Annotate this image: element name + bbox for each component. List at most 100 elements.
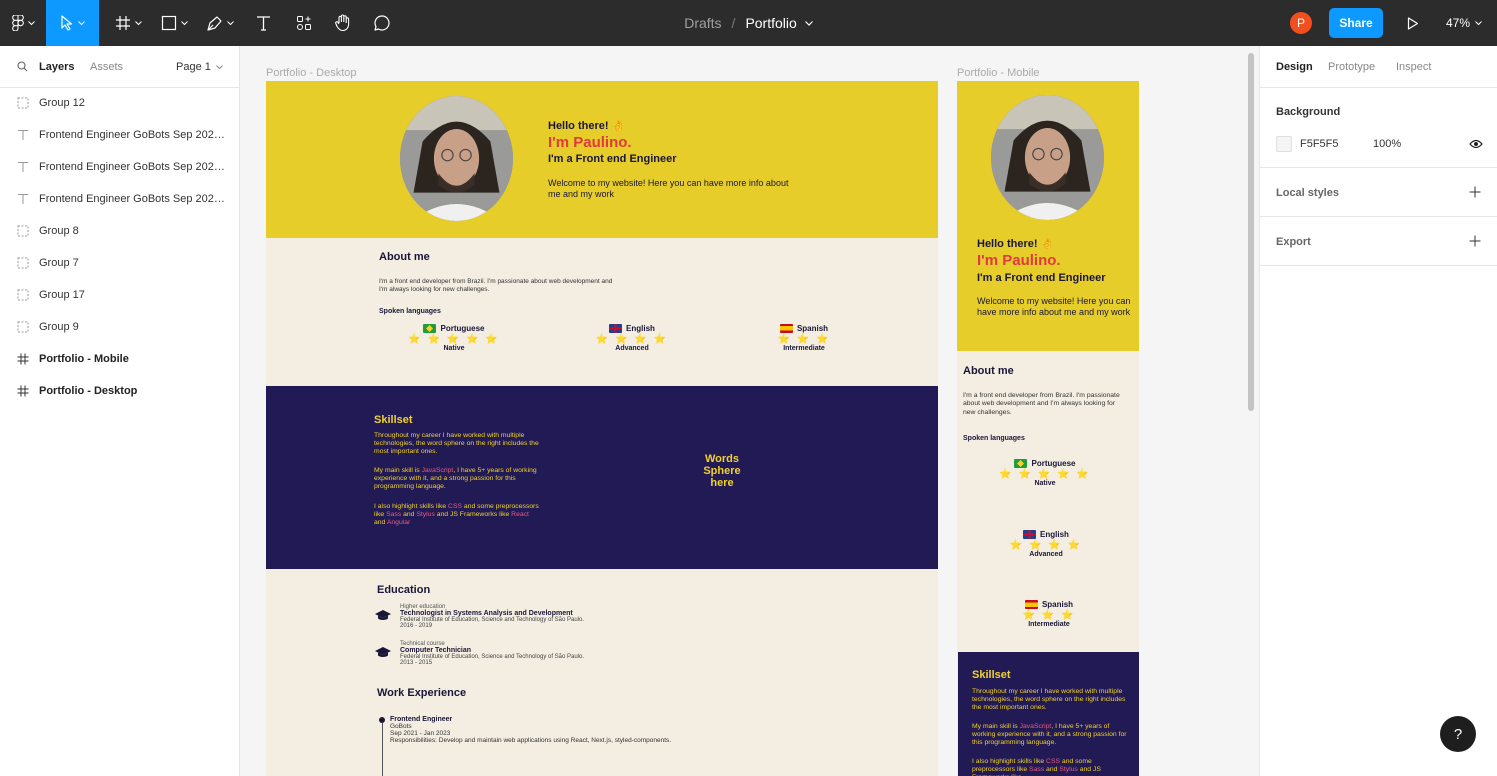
spain-flag-icon (779, 324, 793, 333)
skillset-paragraph-3: I also highlight skills like CSS and som… (374, 503, 539, 527)
text-run: and (374, 519, 387, 527)
uk-flag-icon (1023, 530, 1037, 539)
highlight-stylus: Stylus (416, 511, 435, 519)
present-button[interactable] (1398, 0, 1428, 46)
file-name[interactable]: Portfolio (745, 15, 796, 31)
skillset-section: Skillset Throughout my career I have wor… (266, 386, 938, 569)
text-tool-icon (256, 16, 270, 31)
layer-item[interactable]: Group 12 (0, 87, 239, 119)
text-run: My main skill is (374, 467, 422, 474)
main-menu-button[interactable] (0, 0, 46, 46)
layer-name: Frontend Engineer GoBots Sep 2022 - Jan … (39, 193, 229, 205)
properties-panel: Design Prototype Inspect Background F5F5… (1259, 46, 1497, 776)
share-button[interactable]: Share (1329, 8, 1383, 38)
search-icon[interactable] (17, 61, 28, 72)
plus-icon[interactable] (1469, 235, 1481, 247)
plus-icon[interactable] (1469, 186, 1481, 198)
layer-item[interactable]: Group 7 (0, 247, 239, 279)
group-icon (17, 321, 29, 333)
layers-panel: Layers Assets Page 1 Group 12 Frontend E… (0, 46, 240, 776)
tab-inspect[interactable]: Inspect (1396, 61, 1431, 73)
skillset-paragraph-2: My main skill is JavaScript, I have 5+ y… (374, 467, 539, 491)
page-selector[interactable]: Page 1 (176, 61, 223, 73)
layer-name: Portfolio - Mobile (39, 353, 129, 365)
breadcrumb-drafts[interactable]: Drafts (684, 15, 721, 31)
pen-tool-button[interactable] (201, 0, 239, 46)
language-stars: ⭐ ⭐ ⭐ (1022, 610, 1076, 621)
words-line: Words (704, 453, 740, 465)
chevron-down-icon[interactable] (804, 20, 813, 26)
mobile-frame[interactable]: Hello there! 👌 I'm Paulino. I'm a Front … (957, 81, 1139, 776)
group-icon (17, 289, 29, 301)
layer-name: Group 9 (39, 321, 79, 333)
mobile-hero-role: I'm a Front end Engineer (977, 272, 1106, 284)
language-name: Portuguese (440, 324, 485, 333)
layer-name: Group 12 (39, 97, 85, 109)
canvas-scrollbar[interactable] (1248, 53, 1254, 411)
group-icon (17, 257, 29, 269)
mobile-profile-photo (991, 95, 1104, 220)
breadcrumb-separator: / (731, 15, 736, 31)
group-icon (17, 97, 29, 109)
mobile-frame-label[interactable]: Portfolio - Mobile (957, 67, 1040, 79)
help-button[interactable]: ? (1440, 716, 1476, 752)
layer-item[interactable]: Portfolio - Mobile (0, 343, 239, 375)
layer-item[interactable]: Group 9 (0, 311, 239, 343)
text-layer-icon (18, 162, 28, 172)
languages-title: Spoken languages (379, 308, 441, 315)
skillset-paragraph-1: Throughout my career I have worked with … (374, 432, 539, 456)
properties-tabs: Design Prototype Inspect (1260, 46, 1497, 88)
layer-item[interactable]: Frontend Engineer GoBots Sep 2022 - Jan … (0, 183, 239, 215)
tab-design[interactable]: Design (1276, 61, 1313, 73)
highlight-css: CSS (448, 503, 463, 510)
desktop-frame-label[interactable]: Portfolio - Desktop (266, 67, 356, 79)
resources-button[interactable] (290, 0, 318, 46)
highlight-javascript: JavaScript (1019, 723, 1052, 730)
text-tool-button[interactable] (250, 0, 276, 46)
export-title: Export (1276, 236, 1311, 248)
desktop-frame[interactable]: Hello there! 👌 I'm Paulino. I'm a Front … (266, 81, 938, 776)
tab-layers[interactable]: Layers (39, 61, 74, 73)
language-name: Spanish (796, 324, 829, 333)
avatar[interactable]: P (1290, 12, 1312, 34)
eye-icon[interactable] (1469, 139, 1483, 149)
comment-tool-button[interactable] (368, 0, 396, 46)
present-icon (1407, 16, 1419, 30)
layer-item[interactable]: Portfolio - Desktop (0, 375, 239, 407)
layer-name: Group 8 (39, 225, 79, 237)
canvas[interactable]: Portfolio - Desktop Portfolio - Mobile H… (240, 46, 1259, 776)
zoom-dropdown[interactable]: 47% (1446, 0, 1482, 46)
background-section: Background F5F5F5 100% (1260, 88, 1497, 168)
language-spanish: Spanish ⭐ ⭐ ⭐ Intermediate (754, 324, 854, 352)
work-title: Work Experience (377, 687, 467, 699)
layer-item[interactable]: Group 8 (0, 215, 239, 247)
words-sphere-placeholder: Words Sphere here (692, 453, 752, 489)
education-name: Technologist in Systems Analysis and Dev… (400, 610, 573, 617)
background-opacity-input[interactable]: 100% (1373, 138, 1401, 150)
words-line: here (710, 477, 734, 490)
background-hex-input[interactable]: F5F5F5 (1300, 138, 1339, 150)
highlight-angular: Angular (386, 519, 411, 527)
mobile-hero-greeting: Hello there! 👌 (977, 238, 1055, 250)
chevron-down-icon (27, 20, 35, 25)
language-level: Native (1034, 480, 1056, 487)
tab-prototype[interactable]: Prototype (1328, 61, 1375, 73)
shape-tool-button[interactable] (156, 0, 192, 46)
top-toolbar: Drafts / Portfolio P Share 47% (0, 0, 1497, 46)
background-color-swatch[interactable] (1276, 136, 1292, 152)
text-layer-icon (18, 130, 28, 140)
work-company: GoBots (390, 723, 412, 730)
frame-tool-button[interactable] (110, 0, 146, 46)
layer-item[interactable]: Frontend Engineer GoBots Sep 2022 - Jan … (0, 151, 239, 183)
highlight-sass: Sass (1029, 766, 1045, 774)
layer-item[interactable]: Frontend Engineer GoBots Sep 2022 - Jan … (0, 119, 239, 151)
hand-tool-button[interactable] (328, 0, 358, 46)
language-level: Intermediate (1028, 621, 1070, 628)
layer-name: Frontend Engineer GoBots Sep 2022 - Jan … (39, 129, 229, 141)
move-tool-button[interactable] (46, 0, 99, 46)
tab-assets[interactable]: Assets (90, 61, 123, 73)
language-level: Advanced (1029, 551, 1063, 558)
layer-item[interactable]: Group 17 (0, 279, 239, 311)
skillset-title: Skillset (374, 414, 413, 426)
chevron-down-icon (180, 20, 188, 25)
